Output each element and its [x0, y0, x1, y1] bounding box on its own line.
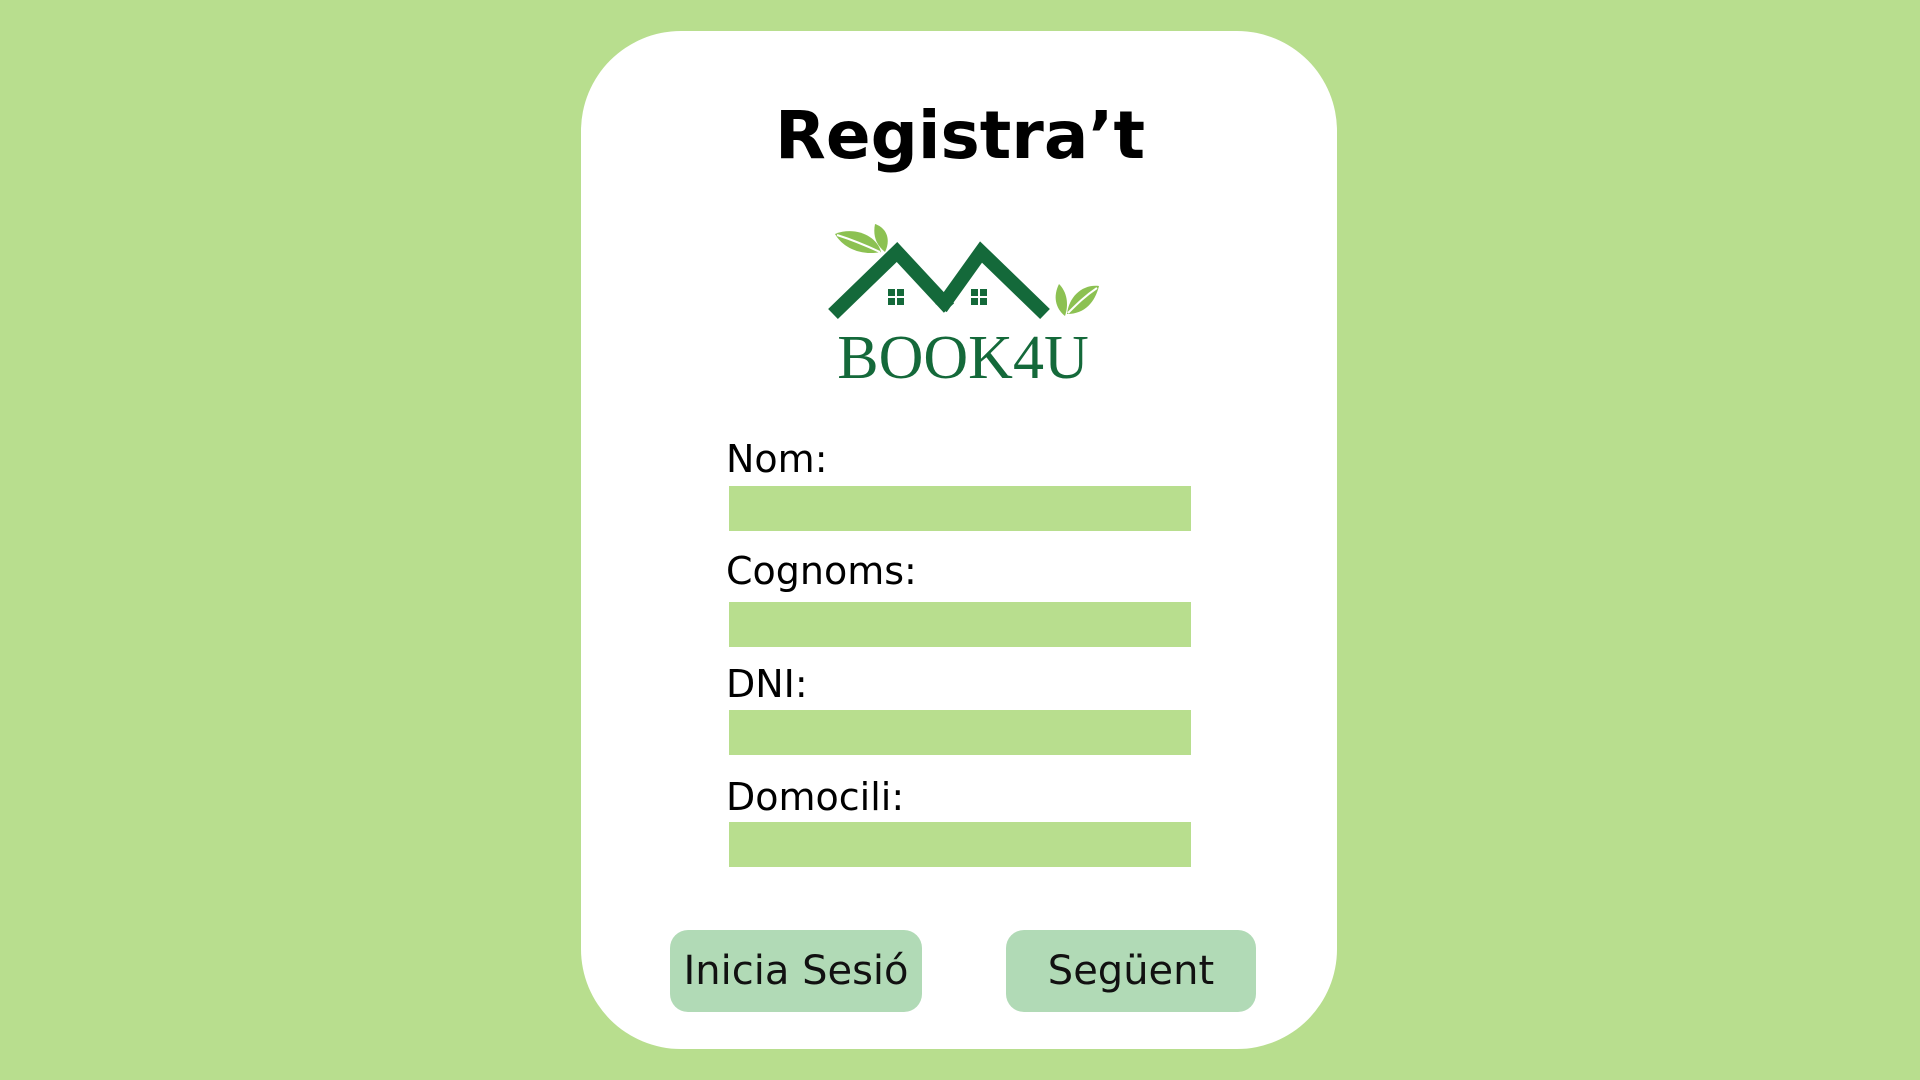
name-field[interactable] [729, 486, 1191, 531]
page-title: Registra’t [775, 97, 1145, 174]
address-field[interactable] [729, 822, 1191, 867]
surname-field[interactable] [729, 602, 1191, 647]
dni-label: DNI: [726, 662, 808, 706]
register-card [581, 31, 1337, 1049]
name-label: Nom: [726, 437, 828, 481]
address-label: Domocili: [726, 775, 905, 819]
next-button[interactable]: Següent [1006, 930, 1256, 1012]
book4u-logo: BOOK4U [827, 222, 1101, 392]
dni-field[interactable] [729, 710, 1191, 755]
login-button[interactable]: Inicia Sesió [670, 930, 922, 1012]
brand-name: BOOK4U [837, 324, 1088, 392]
house-roofs-with-leaves-icon: BOOK4U [828, 224, 1099, 392]
surname-label: Cognoms: [726, 549, 917, 593]
